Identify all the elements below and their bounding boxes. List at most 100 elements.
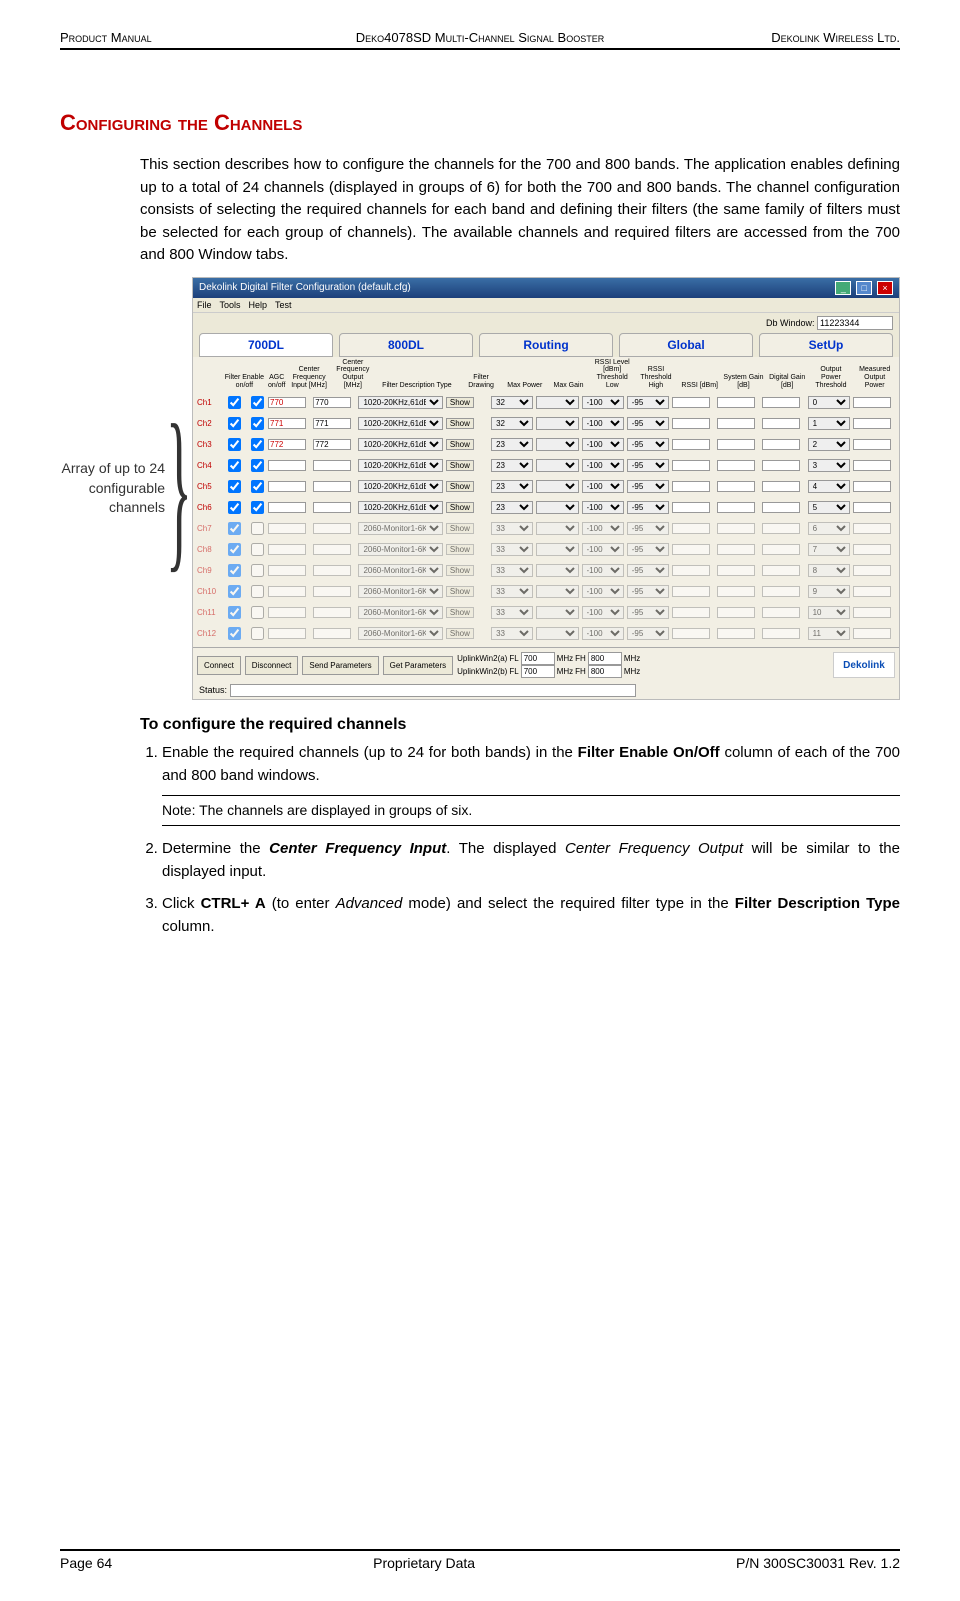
agc-checkbox[interactable]: [251, 480, 264, 493]
tab-800dl[interactable]: 800DL: [339, 333, 473, 357]
cfi-input[interactable]: [268, 565, 306, 576]
filter-type-select[interactable]: 1020-20KHz,61dB,96.1us: [358, 396, 442, 409]
rssi-low-select[interactable]: -100: [582, 564, 624, 577]
enable-checkbox[interactable]: [228, 438, 241, 451]
rssi-high-select[interactable]: -95: [627, 627, 669, 640]
opt-select[interactable]: 5: [808, 501, 850, 514]
show-button[interactable]: Show: [446, 502, 474, 513]
maxpower-select[interactable]: 23: [491, 438, 533, 451]
maxpower-select[interactable]: 33: [491, 585, 533, 598]
rssi-high-select[interactable]: -95: [627, 438, 669, 451]
maxpower-select[interactable]: 33: [491, 627, 533, 640]
agc-checkbox[interactable]: [251, 417, 264, 430]
rssi-high-select[interactable]: -95: [627, 585, 669, 598]
agc-checkbox[interactable]: [251, 501, 264, 514]
rssi-low-select[interactable]: -100: [582, 543, 624, 556]
show-button[interactable]: Show: [446, 607, 474, 618]
rssi-high-select[interactable]: -95: [627, 564, 669, 577]
filter-type-select[interactable]: 1020-20KHz,61dB,96.1us: [358, 417, 442, 430]
show-button[interactable]: Show: [446, 418, 474, 429]
agc-checkbox[interactable]: [251, 396, 264, 409]
rssi-high-select[interactable]: -95: [627, 459, 669, 472]
cfi-input[interactable]: [268, 481, 306, 492]
cfi-input[interactable]: [268, 544, 306, 555]
agc-checkbox[interactable]: [251, 459, 264, 472]
rssi-high-select[interactable]: -95: [627, 522, 669, 535]
rssi-low-select[interactable]: -100: [582, 480, 624, 493]
opt-select[interactable]: 1: [808, 417, 850, 430]
opt-select[interactable]: 6: [808, 522, 850, 535]
cfi-input[interactable]: [268, 397, 306, 408]
opt-select[interactable]: 8: [808, 564, 850, 577]
maxpower-select[interactable]: 33: [491, 606, 533, 619]
rssi-low-select[interactable]: -100: [582, 417, 624, 430]
rssi-high-select[interactable]: -95: [627, 543, 669, 556]
maxgain-select[interactable]: [536, 627, 578, 640]
freq-1b[interactable]: [588, 652, 622, 665]
rssi-high-select[interactable]: -95: [627, 606, 669, 619]
opt-select[interactable]: 0: [808, 396, 850, 409]
opt-select[interactable]: 9: [808, 585, 850, 598]
enable-checkbox[interactable]: [228, 396, 241, 409]
maxgain-select[interactable]: [536, 501, 578, 514]
show-button[interactable]: Show: [446, 628, 474, 639]
db-value[interactable]: [817, 316, 893, 330]
cfi-input[interactable]: [268, 607, 306, 618]
close-icon[interactable]: ×: [877, 281, 893, 295]
cfi-input[interactable]: [268, 502, 306, 513]
enable-checkbox[interactable]: [228, 480, 241, 493]
show-button[interactable]: Show: [446, 523, 474, 534]
cfi-input[interactable]: [268, 586, 306, 597]
maxgain-select[interactable]: [536, 438, 578, 451]
opt-select[interactable]: 11: [808, 627, 850, 640]
maxgain-select[interactable]: [536, 606, 578, 619]
filter-type-select[interactable]: 1020-20KHz,61dB,96.1us: [358, 501, 442, 514]
filter-type-select[interactable]: 2060-Monitor1-6KHz,80dB: [358, 522, 442, 535]
agc-checkbox[interactable]: [251, 522, 264, 535]
rssi-high-select[interactable]: -95: [627, 396, 669, 409]
show-button[interactable]: Show: [446, 544, 474, 555]
menu-help[interactable]: Help: [249, 300, 268, 310]
cfi-input[interactable]: [268, 523, 306, 534]
rssi-low-select[interactable]: -100: [582, 396, 624, 409]
connect-button[interactable]: Connect: [197, 656, 241, 675]
rssi-low-select[interactable]: -100: [582, 501, 624, 514]
tab-setup[interactable]: SetUp: [759, 333, 893, 357]
show-button[interactable]: Show: [446, 439, 474, 450]
rssi-low-select[interactable]: -100: [582, 606, 624, 619]
show-button[interactable]: Show: [446, 397, 474, 408]
rssi-low-select[interactable]: -100: [582, 459, 624, 472]
rssi-low-select[interactable]: -100: [582, 627, 624, 640]
agc-checkbox[interactable]: [251, 627, 264, 640]
get-parameters-button[interactable]: Get Parameters: [383, 656, 453, 675]
filter-type-select[interactable]: 2060-Monitor1-6KHz,80dB: [358, 543, 442, 556]
maximize-icon[interactable]: □: [856, 281, 872, 295]
maxpower-select[interactable]: 23: [491, 459, 533, 472]
rssi-low-select[interactable]: -100: [582, 522, 624, 535]
enable-checkbox[interactable]: [228, 564, 241, 577]
agc-checkbox[interactable]: [251, 543, 264, 556]
maxpower-select[interactable]: 33: [491, 522, 533, 535]
agc-checkbox[interactable]: [251, 564, 264, 577]
freq-2b[interactable]: [588, 665, 622, 678]
enable-checkbox[interactable]: [228, 459, 241, 472]
tab-global[interactable]: Global: [619, 333, 753, 357]
freq-1a[interactable]: [521, 652, 555, 665]
cfi-input[interactable]: [268, 460, 306, 471]
filter-type-select[interactable]: 2060-Monitor1-6KHz,80dB: [358, 585, 442, 598]
agc-checkbox[interactable]: [251, 606, 264, 619]
rssi-high-select[interactable]: -95: [627, 417, 669, 430]
freq-2a[interactable]: [521, 665, 555, 678]
rssi-high-select[interactable]: -95: [627, 480, 669, 493]
send-parameters-button[interactable]: Send Parameters: [302, 656, 378, 675]
maxgain-select[interactable]: [536, 585, 578, 598]
maxgain-select[interactable]: [536, 396, 578, 409]
maxgain-select[interactable]: [536, 417, 578, 430]
show-button[interactable]: Show: [446, 586, 474, 597]
filter-type-select[interactable]: 2060-Monitor1-6KHz,80dB: [358, 564, 442, 577]
maxgain-select[interactable]: [536, 564, 578, 577]
rssi-low-select[interactable]: -100: [582, 585, 624, 598]
enable-checkbox[interactable]: [228, 522, 241, 535]
agc-checkbox[interactable]: [251, 438, 264, 451]
filter-type-select[interactable]: 2060-Monitor1-6KHz,80dB: [358, 627, 442, 640]
